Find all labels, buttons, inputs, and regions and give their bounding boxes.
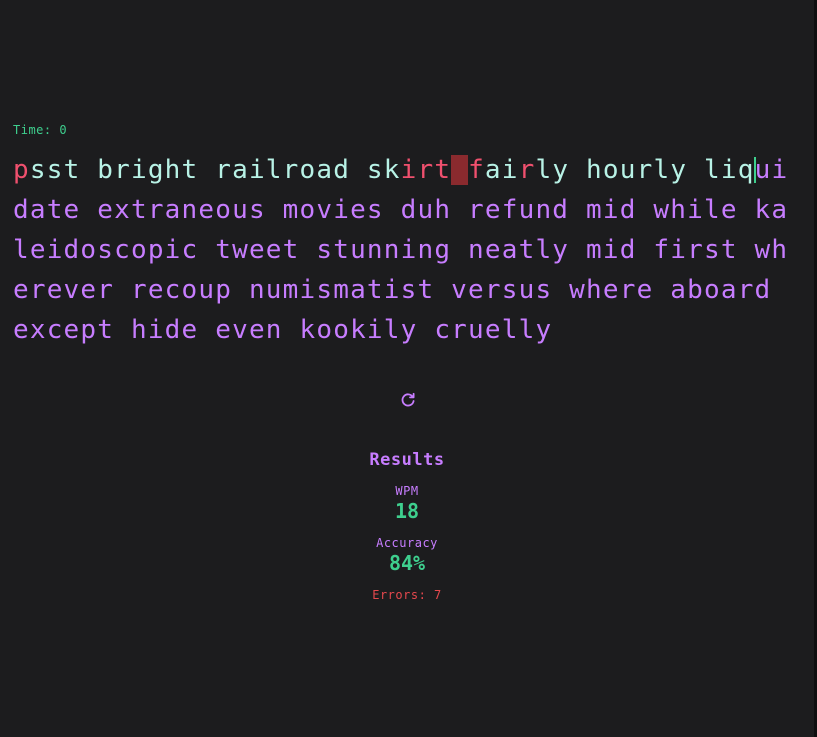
typed-error-text: r [518,155,536,185]
restart-button[interactable] [398,390,418,410]
typing-test-page: Time: 0 psst bright railroad skirt fairl… [0,0,817,737]
typing-text-area[interactable]: psst bright railroad skirt fairly hourly… [13,150,793,350]
typed-error-text: p [13,155,30,185]
accuracy-value: 84% [388,551,426,575]
results-title: Results [369,450,445,470]
typed-error-space [451,155,469,185]
results-panel: Results WPM 18 Accuracy 84% Errors: 7 [0,450,814,602]
wpm-label: WPM [395,484,419,498]
restart-icon [401,392,415,407]
typed-correct-text: ai [484,155,519,185]
typed-correct-text: sst bright railroad sk [29,155,401,185]
accuracy-label: Accuracy [376,536,438,550]
typed-correct-text: ly hourly liq [535,155,755,185]
wpm-value: 18 [394,499,420,523]
typed-error-text: f [468,155,485,185]
timer-label: Time: 0 [13,123,68,137]
typed-error-text: irt [400,155,452,185]
errors-count: Errors: 7 [372,588,442,602]
